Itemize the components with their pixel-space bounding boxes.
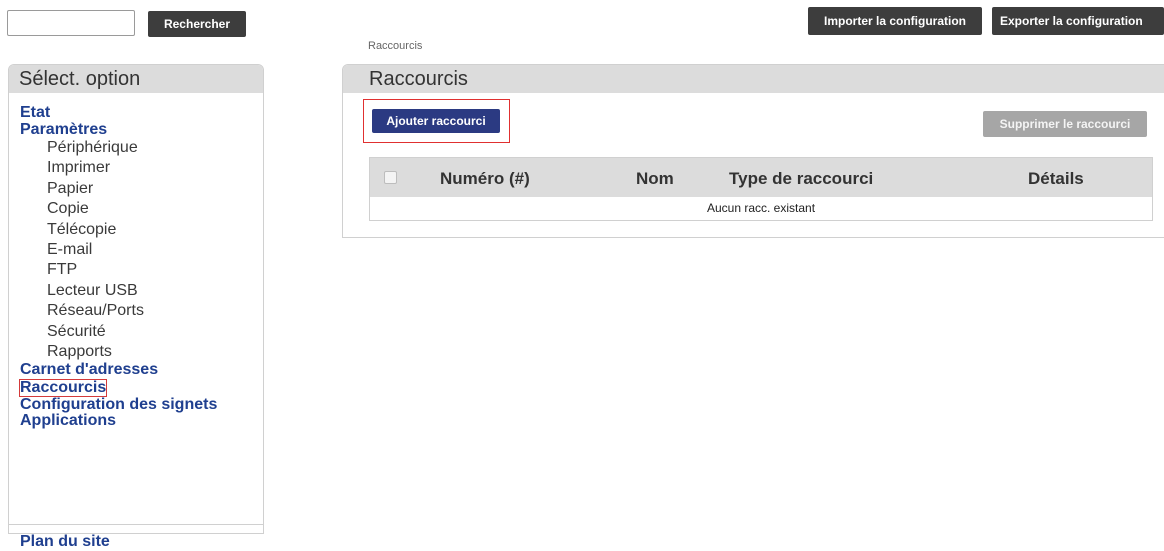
add-shortcut-button[interactable]: Ajouter raccourci	[372, 109, 500, 133]
delete-shortcut-button: Supprimer le raccourci	[983, 111, 1147, 137]
page-title: Raccourcis	[343, 65, 1164, 93]
sidebar-item-carnet-adresses[interactable]: Carnet d'adresses	[20, 362, 263, 379]
export-config-button[interactable]: Exporter la configuration	[992, 7, 1164, 35]
sidebar-item-telecopie[interactable]: Télécopie	[20, 220, 263, 240]
sidebar-item-securite[interactable]: Sécurité	[20, 322, 263, 342]
import-config-button[interactable]: Importer la configuration	[808, 7, 982, 35]
table-header: Numéro (#) Nom Type de raccourci Détails	[370, 158, 1152, 197]
sidebar-item-peripherique[interactable]: Périphérique	[20, 138, 263, 158]
shortcuts-table: Numéro (#) Nom Type de raccourci Détails…	[369, 157, 1153, 221]
sidebar-item-parametres[interactable]: Paramètres	[20, 121, 263, 139]
shortcuts-panel: Raccourcis Ajouter raccourci Supprimer l…	[342, 64, 1164, 238]
sidebar-item-configuration-signets[interactable]: Configuration des signets	[20, 396, 220, 414]
sidebar-item-plan-du-site[interactable]: Plan du site	[20, 533, 110, 551]
sidebar: Sélect. option Etat Paramètres Périphéri…	[8, 64, 264, 550]
column-header-details[interactable]: Détails	[1028, 169, 1084, 189]
add-shortcut-highlight: Ajouter raccourci	[363, 99, 510, 143]
breadcrumb: Raccourcis	[368, 40, 423, 52]
sidebar-item-rapports[interactable]: Rapports	[20, 342, 263, 362]
column-header-type[interactable]: Type de raccourci	[729, 169, 873, 189]
sidebar-nav: Etat Paramètres Périphérique Imprimer Pa…	[9, 93, 263, 430]
select-all-checkbox[interactable]	[384, 171, 397, 184]
table-empty-message: Aucun racc. existant	[706, 201, 816, 215]
sidebar-item-raccourcis[interactable]: Raccourcis	[18, 378, 108, 398]
sidebar-item-ftp[interactable]: FTP	[20, 260, 263, 280]
search-button[interactable]: Rechercher	[148, 11, 246, 37]
sidebar-item-email[interactable]: E-mail	[20, 240, 263, 260]
sidebar-item-papier[interactable]: Papier	[20, 179, 263, 199]
column-header-numero[interactable]: Numéro (#)	[440, 169, 530, 189]
sidebar-item-copie[interactable]: Copie	[20, 199, 263, 219]
search-input[interactable]	[7, 10, 135, 36]
sidebar-title: Sélect. option	[9, 65, 263, 93]
sidebar-divider	[9, 524, 263, 525]
sidebar-item-etat[interactable]: Etat	[20, 104, 263, 122]
sidebar-item-applications[interactable]: Applications	[20, 413, 263, 430]
column-header-nom[interactable]: Nom	[636, 169, 674, 189]
sidebar-item-imprimer[interactable]: Imprimer	[20, 158, 263, 178]
sidebar-item-reseau-ports[interactable]: Réseau/Ports	[20, 301, 263, 321]
sidebar-item-lecteur-usb[interactable]: Lecteur USB	[20, 281, 263, 301]
